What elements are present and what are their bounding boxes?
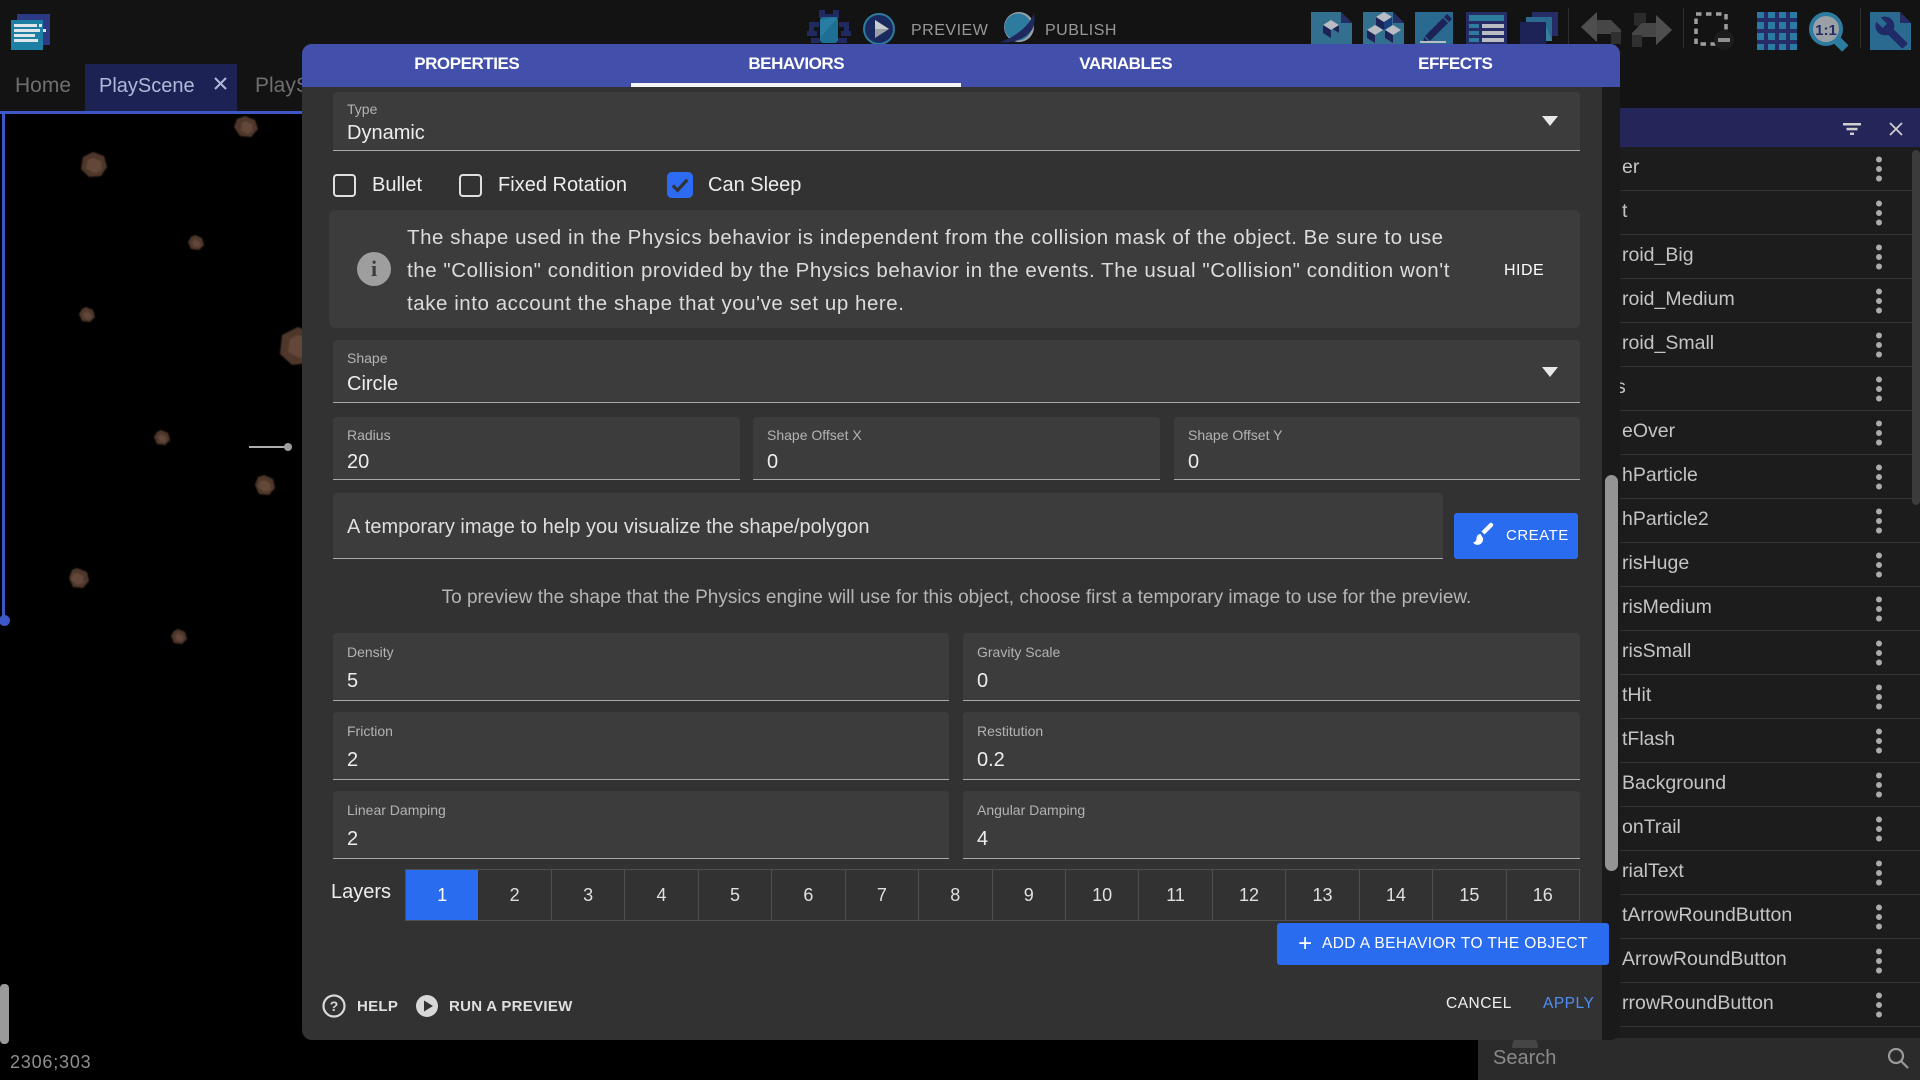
svg-text:1:1: 1:1 [1815, 22, 1837, 39]
svg-text:?: ? [330, 998, 339, 1014]
